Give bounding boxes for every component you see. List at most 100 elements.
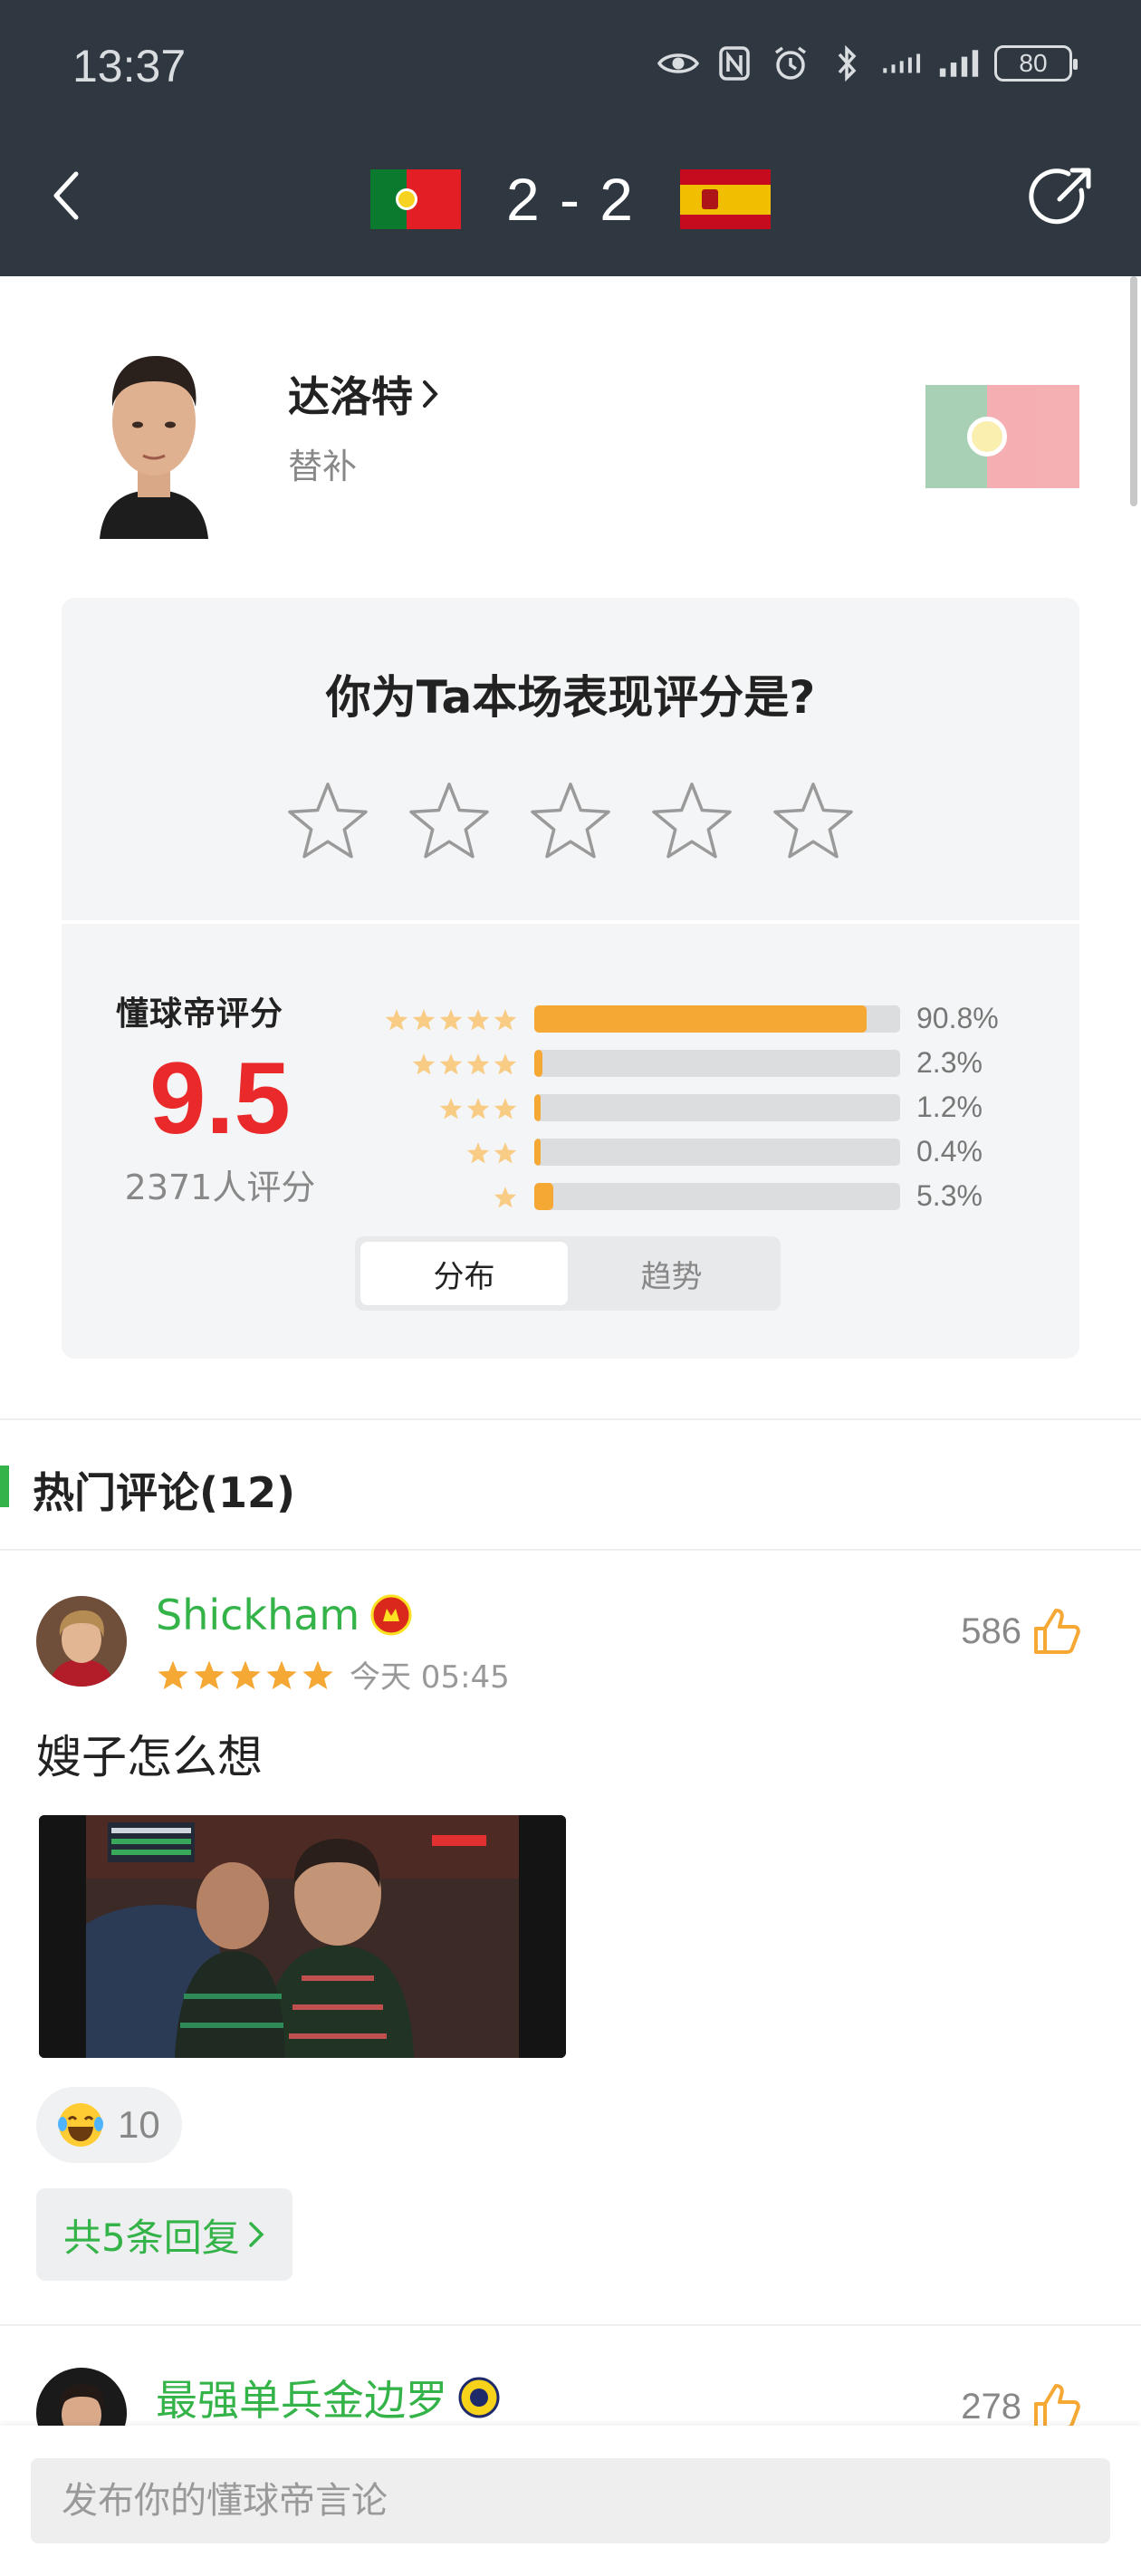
star-icon: [493, 1095, 518, 1120]
back-button[interactable]: [45, 168, 91, 223]
comment-composer-bar: [0, 2426, 1141, 2576]
thumbs-up-icon: [1034, 2384, 1080, 2429]
rate-star-2-button[interactable]: [406, 779, 493, 866]
distribution-percent: 1.2%: [916, 1091, 983, 1123]
like-count: 278: [961, 2386, 1021, 2427]
star-icon: [465, 1051, 491, 1076]
status-time: 13:37: [72, 41, 187, 91]
comment-meta: 今天 05:45: [156, 1652, 510, 1697]
star-icon: [228, 1658, 263, 1692]
distribution-bar: [534, 1004, 900, 1033]
bluetooth-icon: [826, 45, 868, 82]
chevron-right-icon: [423, 380, 438, 408]
distribution-percent: 5.3%: [916, 1179, 983, 1212]
tab-distribution[interactable]: 分布: [360, 1242, 568, 1305]
star-icon: [465, 1006, 491, 1032]
star-icon: [465, 1139, 491, 1165]
comment-input[interactable]: [31, 2458, 1110, 2543]
chevron-right-icon: [248, 2222, 264, 2247]
top-header: 13:37 80 2 - 2: [0, 0, 1141, 276]
rate-star-3-button[interactable]: [527, 779, 614, 866]
star-level-icon: [385, 1006, 534, 1032]
laughing-tears-emoji-icon: [58, 2103, 103, 2147]
manchester-united-badge-icon: [370, 1594, 412, 1636]
section-accent-bar: [0, 1466, 9, 1507]
rate-star-1-button[interactable]: [284, 779, 371, 866]
distribution-bar-fill: [534, 1182, 554, 1210]
share-icon: [1029, 168, 1091, 225]
spain-flag-icon: [680, 169, 772, 229]
rating-view-toggle: 分布 趋势: [355, 1236, 781, 1311]
comment-username-row[interactable]: Shickham: [156, 1591, 412, 1639]
star-icon: [438, 1051, 464, 1076]
star-icon: [156, 1658, 190, 1692]
comment-username-row[interactable]: 最强单兵金边罗: [156, 2368, 500, 2427]
chevron-left-icon: [53, 171, 79, 220]
star-icon: [465, 1095, 491, 1120]
rating-question: 你为Ta本场表现评分是?: [325, 671, 816, 724]
distribution-bar-fill: [534, 1049, 543, 1077]
comment-username: Shickham: [156, 1591, 360, 1639]
match-score-header: 2 - 2: [362, 163, 779, 235]
comment-text: 嫂子怎么想: [36, 1731, 263, 1783]
scrollbar[interactable]: [1130, 276, 1137, 506]
star-icon: [264, 1658, 299, 1692]
star-level-icon: [389, 1051, 534, 1076]
player-name: 达洛特: [288, 372, 413, 421]
distribution-percent: 90.8%: [916, 1002, 999, 1034]
section-divider: [0, 1418, 1141, 1420]
star-icon: [411, 1051, 436, 1076]
distribution-bar: [534, 1093, 900, 1121]
rating-star-input: [62, 779, 1079, 866]
distribution-bar-fill: [534, 1004, 867, 1033]
rate-star-4-button[interactable]: [648, 779, 735, 866]
distribution-percent: 2.3%: [916, 1046, 983, 1079]
star-icon: [438, 1006, 464, 1032]
signal-icon-2: [938, 45, 980, 82]
distribution-bar: [534, 1182, 900, 1210]
star-icon: [384, 1006, 409, 1032]
distribution-row-2-star: 0.4%: [389, 1129, 1078, 1174]
star-icon: [411, 1006, 436, 1032]
comment-rating-stars: [156, 1658, 335, 1692]
star-icon: [493, 1184, 518, 1209]
like-count: 586: [961, 1610, 1021, 1651]
player-name-link[interactable]: 达洛特: [288, 364, 440, 424]
like-button[interactable]: 278: [961, 2382, 1081, 2431]
distribution-row-5-star: 90.8%: [385, 996, 1078, 1041]
distribution-row-1-star: 5.3%: [389, 1174, 1078, 1218]
distribution-bar-fill: [534, 1093, 542, 1121]
rater-count: 2371人评分: [124, 1168, 316, 1207]
distribution-percent: 0.4%: [916, 1135, 983, 1168]
star-icon: [493, 1006, 518, 1032]
star-icon: [493, 1051, 518, 1076]
player-role: 替补: [288, 447, 358, 486]
star-icon: [301, 1658, 335, 1692]
avatar[interactable]: [36, 1596, 127, 1687]
star-level-icon: [389, 1139, 534, 1165]
like-button[interactable]: 586: [961, 1607, 1081, 1656]
alarm-icon: [770, 45, 811, 82]
average-score: 9.5: [149, 1042, 291, 1155]
rating-card: 你为Ta本场表现评分是? 懂球帝评分 9.5 2371人评分 90.8% 2.3%…: [62, 598, 1079, 1359]
match-score: 2 - 2: [505, 166, 636, 233]
comment-time: 今天 05:45: [350, 1659, 510, 1696]
nfc-icon: [714, 45, 755, 82]
player-photo: [91, 331, 217, 539]
rate-star-5-button[interactable]: [770, 779, 857, 866]
distribution-row-3-star: 1.2%: [389, 1085, 1078, 1129]
eye-icon: [657, 45, 699, 82]
reaction-chip[interactable]: 10: [36, 2087, 182, 2163]
signal-icon-1: [882, 45, 924, 82]
share-button[interactable]: [1027, 163, 1096, 232]
status-icons: 80: [657, 45, 1078, 82]
team-flag-watermark: [925, 385, 1079, 488]
tab-trend[interactable]: 趋势: [568, 1242, 775, 1305]
rating-distribution: 90.8% 2.3% 1.2% 0.4% 5.3%: [385, 996, 1078, 1218]
comment-image[interactable]: [39, 1815, 566, 2058]
hot-comments-title: 热门评论(12): [33, 1468, 296, 1517]
view-replies-button[interactable]: 共5条回复: [36, 2188, 292, 2281]
thumbs-up-icon: [1034, 1609, 1080, 1654]
distribution-bar: [534, 1138, 900, 1166]
comment-divider: [0, 2324, 1141, 2326]
